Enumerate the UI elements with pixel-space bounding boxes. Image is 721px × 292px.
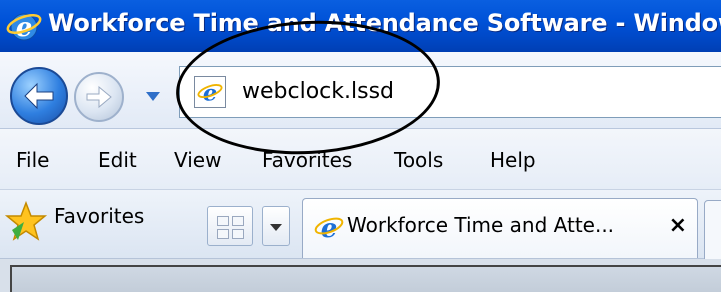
menu-file[interactable]: File [16, 148, 49, 172]
forward-arrow-icon [86, 85, 112, 109]
menu-tools[interactable]: Tools [394, 148, 443, 172]
content-frame [10, 265, 721, 292]
menu-edit[interactable]: Edit [98, 148, 137, 172]
history-dropdown-icon[interactable] [146, 92, 160, 101]
address-url: webclock.lssd [242, 79, 394, 104]
page-content [0, 259, 721, 292]
favorites-star-icon[interactable] [4, 200, 48, 244]
quick-tabs-button[interactable] [207, 206, 253, 246]
new-tab-button[interactable] [704, 200, 721, 260]
menu-view[interactable]: View [174, 148, 221, 172]
tab-list-dropdown-icon[interactable] [262, 206, 290, 246]
favorites-bar: Favorites e Workforce Time and Atte... × [0, 190, 721, 260]
internet-explorer-icon: e [6, 13, 42, 43]
tab-title: Workforce Time and Atte... [347, 213, 615, 237]
back-button[interactable] [10, 67, 68, 125]
internet-explorer-icon: e [314, 214, 344, 243]
close-tab-icon[interactable]: × [669, 213, 687, 238]
forward-button[interactable] [74, 72, 124, 122]
browser-tab[interactable]: e Workforce Time and Atte... × [302, 198, 698, 258]
back-arrow-icon [24, 82, 54, 110]
menu-help[interactable]: Help [490, 148, 536, 172]
page-icon: e [194, 76, 226, 108]
window-title: Workforce Time and Attendance Software -… [48, 9, 721, 37]
address-field[interactable]: e webclock.lssd [179, 66, 721, 118]
menu-bar: File Edit View Favorites Tools Help [0, 129, 721, 190]
favorites-label[interactable]: Favorites [54, 204, 144, 228]
navigation-bar: e webclock.lssd [0, 52, 721, 129]
menu-favorites[interactable]: Favorites [262, 148, 352, 172]
title-bar: e Workforce Time and Attendance Software… [0, 0, 721, 52]
